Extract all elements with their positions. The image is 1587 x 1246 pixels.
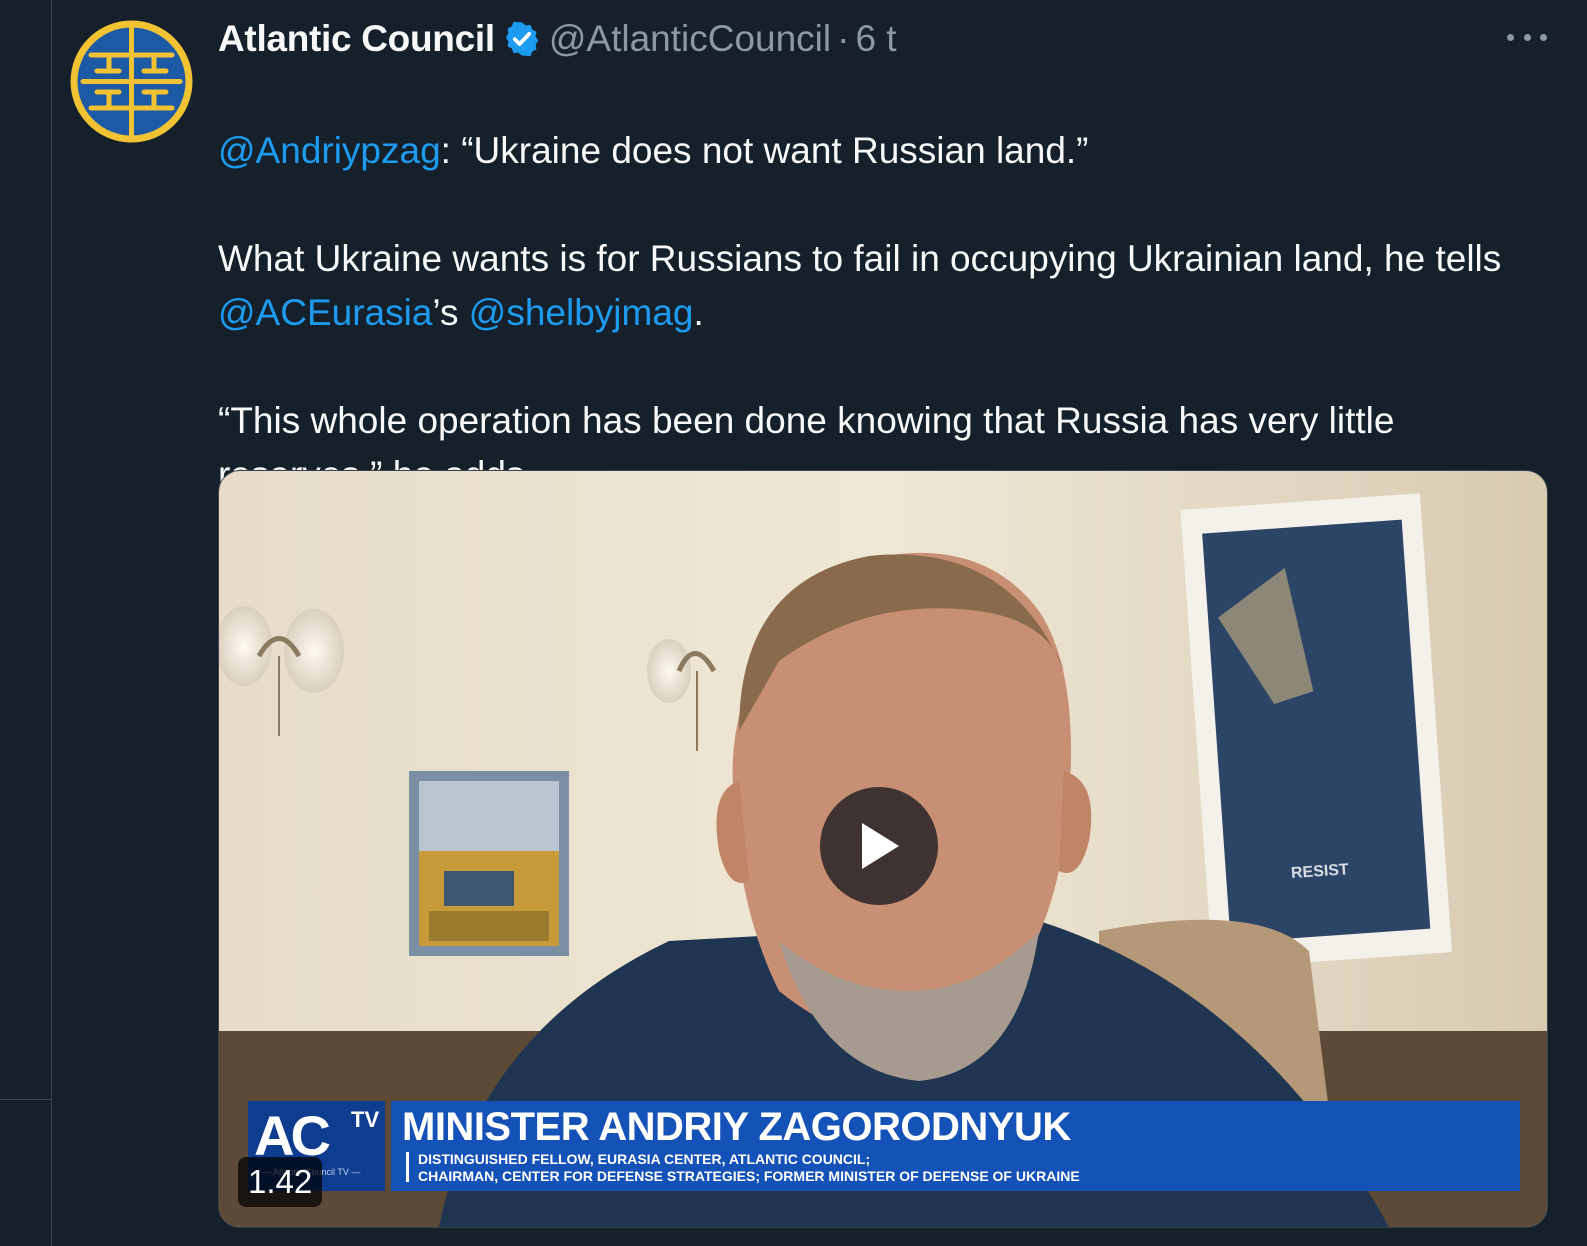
mention-andriypzag[interactable]: @Andriypzag <box>218 130 441 171</box>
left-column <box>0 0 52 1246</box>
tweet-text: @Andriypzag: “Ukraine does not want Russ… <box>218 70 1558 502</box>
dot-icon <box>1507 33 1514 41</box>
mention-shelbyjmag[interactable]: @shelbyjmag <box>469 292 694 333</box>
guest-title-line-2: CHAIRMAN, CENTER FOR DEFENSE STRATEGIES;… <box>418 1168 1080 1184</box>
more-options-icon[interactable] <box>1507 20 1547 54</box>
ukraine-flag-icon <box>218 85 256 111</box>
mention-aceurasia[interactable]: @ACEurasia <box>218 292 432 333</box>
title-divider <box>406 1152 409 1182</box>
separator: · <box>837 18 850 59</box>
play-icon <box>862 823 899 869</box>
paragraph-2: What Ukraine wants is for Russians to fa… <box>218 232 1558 340</box>
text: ’s <box>432 292 469 333</box>
painting-left <box>409 771 569 956</box>
play-button[interactable] <box>820 787 938 905</box>
guest-title-line-1: DISTINGUISHED FELLOW, EURASIA CENTER, AT… <box>418 1151 871 1167</box>
timestamp[interactable]: 6 t <box>855 18 896 60</box>
video-duration: 1.42 <box>238 1157 323 1207</box>
text: : “Ukraine does not want Russian land.” <box>440 130 1089 171</box>
display-name[interactable]: Atlantic Council <box>218 18 495 60</box>
dot-icon <box>1540 33 1547 41</box>
paragraph-1 <box>218 70 1558 124</box>
handle[interactable]: @AtlanticCouncil <box>549 18 831 60</box>
guest-name-bar: MINISTER ANDRIY ZAGORODNYUK DISTINGUISHE… <box>391 1101 1520 1191</box>
actv-logo-tv: TV <box>351 1107 380 1132</box>
divider <box>0 1099 51 1100</box>
wall-poster: RESIST <box>1180 493 1452 969</box>
guest-title: DISTINGUISHED FELLOW, EURASIA CENTER, AT… <box>418 1151 1080 1185</box>
text: What Ukraine wants is for Russians to fa… <box>218 238 1502 279</box>
tweet-card[interactable]: Atlantic Council @AtlanticCouncil · 6 t … <box>52 0 1587 1246</box>
guest-name: MINISTER ANDRIY ZAGORODNYUK <box>402 1105 1071 1149</box>
dot-icon <box>1523 33 1531 41</box>
avatar[interactable] <box>69 19 194 144</box>
video-player[interactable]: RESIST AC TV — Atlantic Coun <box>218 470 1548 1228</box>
verified-badge-icon <box>505 21 538 57</box>
tweet-header: Atlantic Council @AtlanticCouncil · 6 t <box>218 14 897 64</box>
text: . <box>693 292 704 333</box>
lower-third-banner: AC TV — Atlantic Council TV — MINISTER A… <box>248 1101 1520 1191</box>
